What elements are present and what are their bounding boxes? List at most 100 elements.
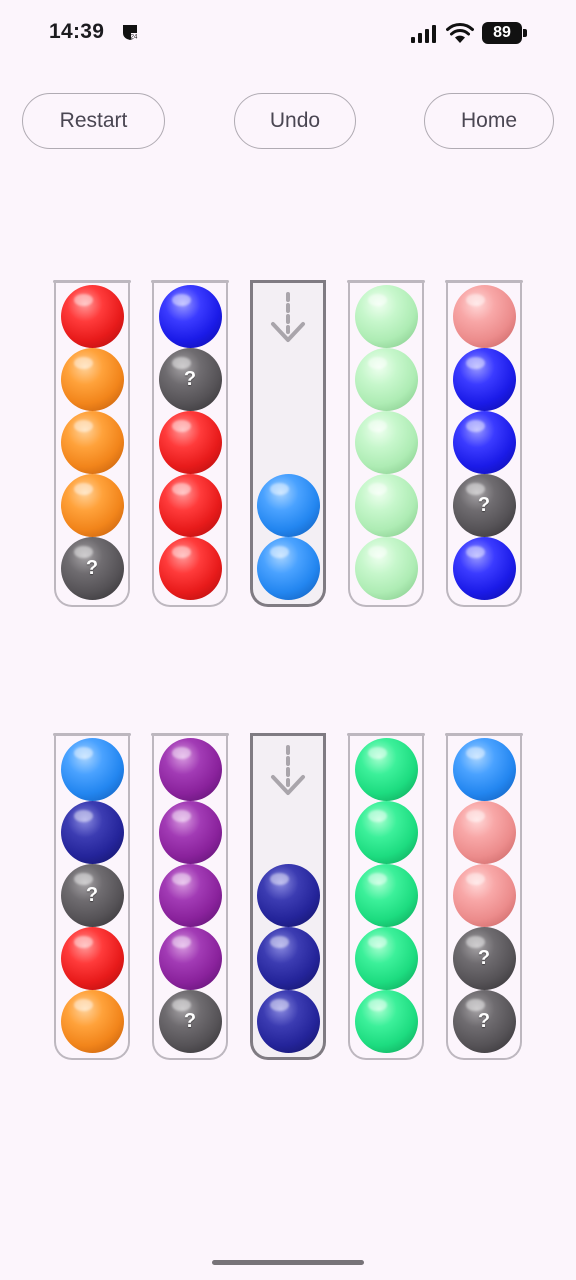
tube-1-2[interactable]: ?	[151, 280, 229, 607]
ball-highlight	[368, 293, 388, 307]
ball-highlight	[270, 998, 290, 1012]
ball-highlight	[172, 809, 192, 823]
ball-highlight	[466, 746, 486, 760]
tube-2-3[interactable]	[250, 733, 326, 1060]
skyblue-ball	[256, 474, 320, 537]
green-ball	[354, 801, 418, 864]
ball-highlight	[466, 356, 486, 370]
drop-arrow-icon	[271, 745, 305, 795]
red-ball	[158, 537, 222, 600]
ball-highlight	[466, 872, 486, 886]
tube-2-1[interactable]: ?	[53, 733, 131, 1060]
pink-ball	[452, 285, 516, 348]
red-ball	[60, 927, 124, 990]
purple-ball	[158, 864, 222, 927]
ball-highlight	[74, 419, 94, 433]
hidden-ball: ?	[452, 927, 516, 990]
ball-highlight	[172, 872, 192, 886]
hidden-ball: ?	[452, 474, 516, 537]
navy-ball	[256, 864, 320, 927]
mint-ball	[354, 474, 418, 537]
skyblue-ball	[256, 537, 320, 600]
ball-highlight	[74, 293, 94, 307]
ball-highlight	[74, 935, 94, 949]
ball-highlight	[74, 746, 94, 760]
tube-1-4[interactable]	[347, 280, 425, 607]
ball-highlight	[74, 482, 94, 496]
hidden-ball: ?	[60, 537, 124, 600]
blue-ball	[452, 537, 516, 600]
hidden-ball: ?	[452, 990, 516, 1053]
ball-highlight	[368, 356, 388, 370]
ball-highlight	[270, 482, 290, 496]
ball-highlight	[368, 809, 388, 823]
green-ball	[354, 927, 418, 990]
purple-ball	[158, 738, 222, 801]
tube-2-4[interactable]	[347, 733, 425, 1060]
hidden-ball-label: ?	[85, 557, 99, 579]
purple-ball	[158, 927, 222, 990]
ball-sort-game-screen: 14:39 24 89 Restart Undo Home ???????	[0, 0, 576, 1280]
orange-ball	[60, 474, 124, 537]
ball-highlight	[368, 419, 388, 433]
purple-ball	[158, 801, 222, 864]
red-ball	[158, 411, 222, 474]
blue-ball	[452, 348, 516, 411]
ball-highlight	[466, 809, 486, 823]
ball-highlight	[368, 872, 388, 886]
ball-highlight	[172, 545, 192, 559]
blue-ball	[158, 285, 222, 348]
pink-ball	[452, 801, 516, 864]
ball-highlight	[466, 545, 486, 559]
ball-highlight	[172, 935, 192, 949]
orange-ball	[60, 411, 124, 474]
ball-highlight	[172, 293, 192, 307]
mint-ball	[354, 537, 418, 600]
mint-ball	[354, 411, 418, 474]
ball-highlight	[74, 809, 94, 823]
navy-ball	[60, 801, 124, 864]
undo-button[interactable]: Undo	[234, 93, 356, 149]
skyblue-ball	[452, 738, 516, 801]
ball-highlight	[368, 545, 388, 559]
red-ball	[60, 285, 124, 348]
skyblue-ball	[60, 738, 124, 801]
hidden-ball: ?	[158, 990, 222, 1053]
hidden-ball-label: ?	[477, 947, 491, 969]
red-ball	[158, 474, 222, 537]
green-ball	[354, 990, 418, 1053]
tube-1-1[interactable]: ?	[53, 280, 131, 607]
status-bar: 14:39 24 89	[0, 0, 576, 66]
tube-2-5[interactable]: ??	[445, 733, 523, 1060]
ball-highlight	[172, 746, 192, 760]
drop-arrow-icon	[271, 292, 305, 342]
pink-ball	[452, 864, 516, 927]
navy-ball	[256, 927, 320, 990]
hidden-ball-label: ?	[477, 1010, 491, 1032]
tube-1-5[interactable]: ?	[445, 280, 523, 607]
green-ball	[354, 738, 418, 801]
hidden-ball-label: ?	[183, 368, 197, 390]
navy-ball	[256, 990, 320, 1053]
blue-ball	[452, 411, 516, 474]
home-indicator[interactable]	[212, 1260, 364, 1265]
ball-highlight	[74, 356, 94, 370]
tube-2-2[interactable]: ?	[151, 733, 229, 1060]
ball-highlight	[368, 482, 388, 496]
orange-ball	[60, 348, 124, 411]
ball-highlight	[172, 482, 192, 496]
orange-ball	[60, 990, 124, 1053]
hidden-ball-label: ?	[183, 1010, 197, 1032]
hidden-ball: ?	[158, 348, 222, 411]
status-time: 14:39	[49, 20, 105, 43]
ball-highlight	[270, 935, 290, 949]
ball-highlight	[368, 998, 388, 1012]
restart-button[interactable]: Restart	[22, 93, 165, 149]
mint-ball	[354, 285, 418, 348]
signal-icon	[411, 25, 436, 43]
home-button[interactable]: Home	[424, 93, 554, 149]
ball-highlight	[270, 545, 290, 559]
tube-1-3[interactable]	[250, 280, 326, 607]
hidden-ball-label: ?	[85, 884, 99, 906]
notification-icon: 24	[123, 25, 138, 41]
